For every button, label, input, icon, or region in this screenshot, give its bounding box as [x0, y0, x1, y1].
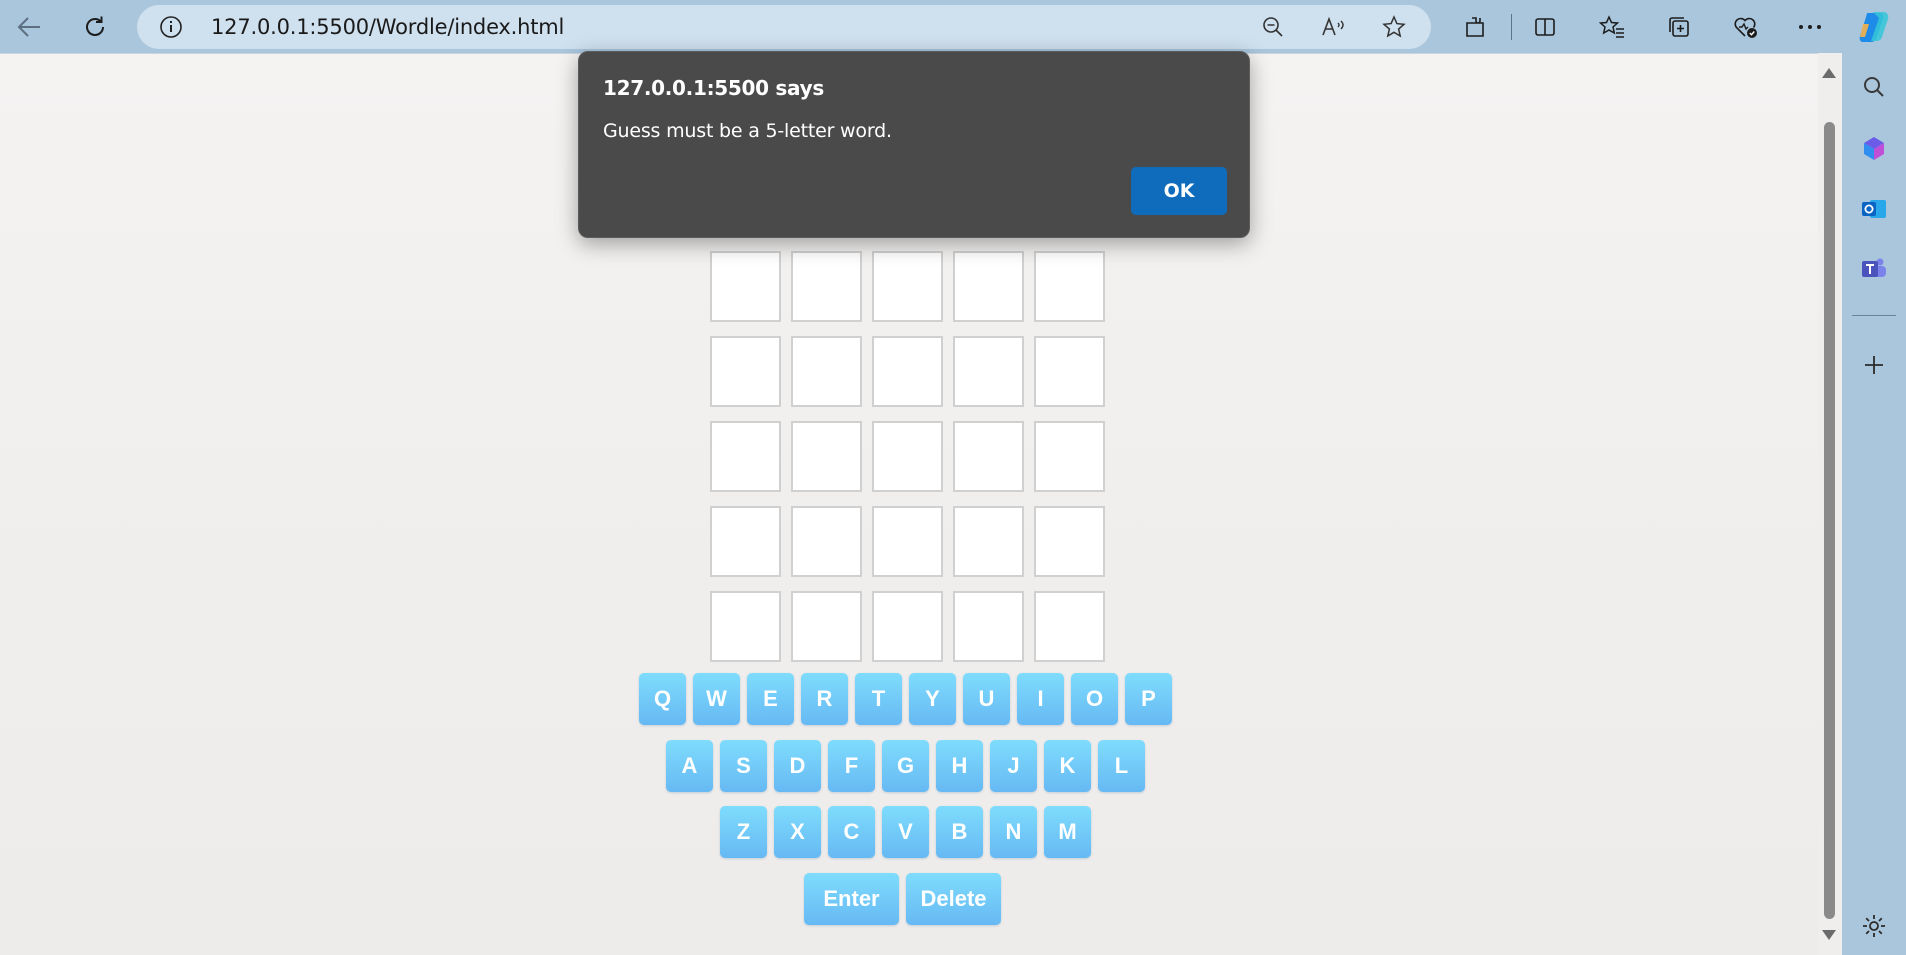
delete-key[interactable]: Delete — [906, 873, 1001, 925]
key-c[interactable]: C — [828, 806, 875, 858]
grid-tile — [710, 251, 781, 322]
grid-tile — [872, 251, 943, 322]
key-n[interactable]: N — [990, 806, 1037, 858]
key-r[interactable]: R — [801, 673, 848, 725]
key-o[interactable]: O — [1071, 673, 1118, 725]
key-h[interactable]: H — [936, 740, 983, 792]
more-menu-icon[interactable] — [1791, 8, 1829, 46]
grid-tile — [872, 506, 943, 577]
key-g[interactable]: G — [882, 740, 929, 792]
grid-tile — [1034, 421, 1105, 492]
grid-tile — [872, 421, 943, 492]
key-k[interactable]: K — [1044, 740, 1091, 792]
key-m[interactable]: M — [1044, 806, 1091, 858]
scrollbar-thumb[interactable] — [1824, 122, 1835, 919]
search-icon[interactable] — [1856, 69, 1892, 105]
refresh-icon[interactable] — [76, 8, 114, 46]
key-y[interactable]: Y — [909, 673, 956, 725]
extensions-icon[interactable] — [1456, 8, 1494, 46]
dialog-message: Guess must be a 5-letter word. — [603, 120, 892, 142]
grid-tile — [1034, 251, 1105, 322]
address-url[interactable]: 127.0.0.1:5500/Wordle/index.html — [211, 5, 564, 49]
grid-tile — [791, 421, 862, 492]
keyboard-row-1: QWERTYUIOP — [639, 673, 1172, 725]
keyboard-row-actions: Enter Delete — [804, 873, 1001, 925]
grid-tile — [791, 251, 862, 322]
favorite-star-icon[interactable] — [1379, 12, 1409, 42]
grid-tile — [953, 506, 1024, 577]
grid-tile — [953, 421, 1024, 492]
favorites-icon[interactable] — [1593, 8, 1631, 46]
grid-tile — [1034, 591, 1105, 662]
grid-tile — [791, 506, 862, 577]
wordle-grid — [710, 166, 1105, 662]
address-bar[interactable]: 127.0.0.1:5500/Wordle/index.html — [137, 5, 1431, 49]
grid-tile — [791, 336, 862, 407]
enter-key[interactable]: Enter — [804, 873, 899, 925]
key-q[interactable]: Q — [639, 673, 686, 725]
key-j[interactable]: J — [990, 740, 1037, 792]
key-a[interactable]: A — [666, 740, 713, 792]
key-e[interactable]: E — [747, 673, 794, 725]
key-d[interactable]: D — [774, 740, 821, 792]
split-screen-icon[interactable] — [1526, 8, 1564, 46]
grid-tile — [1034, 336, 1105, 407]
key-s[interactable]: S — [720, 740, 767, 792]
browser-sidebar — [1842, 53, 1906, 955]
key-x[interactable]: X — [774, 806, 821, 858]
key-u[interactable]: U — [963, 673, 1010, 725]
grid-tile — [710, 506, 781, 577]
outlook-icon[interactable] — [1856, 191, 1892, 227]
key-v[interactable]: V — [882, 806, 929, 858]
keyboard-row-2: ASDFGHJKL — [666, 740, 1145, 792]
grid-tile — [710, 591, 781, 662]
grid-tile — [872, 591, 943, 662]
key-f[interactable]: F — [828, 740, 875, 792]
copilot-icon[interactable] — [1855, 8, 1893, 46]
copilot-sidebar-icon[interactable] — [1856, 130, 1892, 166]
scroll-down-arrow-icon[interactable] — [1822, 930, 1836, 940]
browser-toolbar: 127.0.0.1:5500/Wordle/index.html — [0, 0, 1906, 53]
grid-tile — [953, 336, 1024, 407]
toolbar-divider — [1511, 14, 1512, 40]
dialog-ok-button[interactable]: OK — [1131, 167, 1227, 215]
browser-essentials-icon[interactable] — [1727, 8, 1765, 46]
read-aloud-icon[interactable] — [1319, 12, 1349, 42]
zoom-out-icon[interactable] — [1258, 12, 1288, 42]
grid-tile — [1034, 506, 1105, 577]
grid-tile — [791, 591, 862, 662]
key-z[interactable]: Z — [720, 806, 767, 858]
site-info-icon[interactable] — [159, 15, 183, 44]
key-p[interactable]: P — [1125, 673, 1172, 725]
grid-tile — [710, 421, 781, 492]
scroll-up-arrow-icon[interactable] — [1822, 68, 1836, 78]
key-w[interactable]: W — [693, 673, 740, 725]
dialog-title: 127.0.0.1:5500 says — [603, 76, 824, 100]
grid-tile — [710, 336, 781, 407]
grid-tile — [953, 251, 1024, 322]
key-t[interactable]: T — [855, 673, 902, 725]
sidebar-divider — [1852, 315, 1896, 316]
keyboard-row-3: ZXCVBNM — [720, 806, 1091, 858]
add-icon[interactable] — [1856, 347, 1892, 383]
collections-icon[interactable] — [1660, 8, 1698, 46]
grid-tile — [953, 591, 1024, 662]
key-b[interactable]: B — [936, 806, 983, 858]
teams-icon[interactable] — [1856, 251, 1892, 287]
key-i[interactable]: I — [1017, 673, 1064, 725]
alert-dialog: 127.0.0.1:5500 says Guess must be a 5-le… — [578, 51, 1250, 238]
settings-icon[interactable] — [1856, 908, 1892, 944]
back-arrow-icon[interactable] — [10, 8, 48, 46]
grid-tile — [872, 336, 943, 407]
key-l[interactable]: L — [1098, 740, 1145, 792]
